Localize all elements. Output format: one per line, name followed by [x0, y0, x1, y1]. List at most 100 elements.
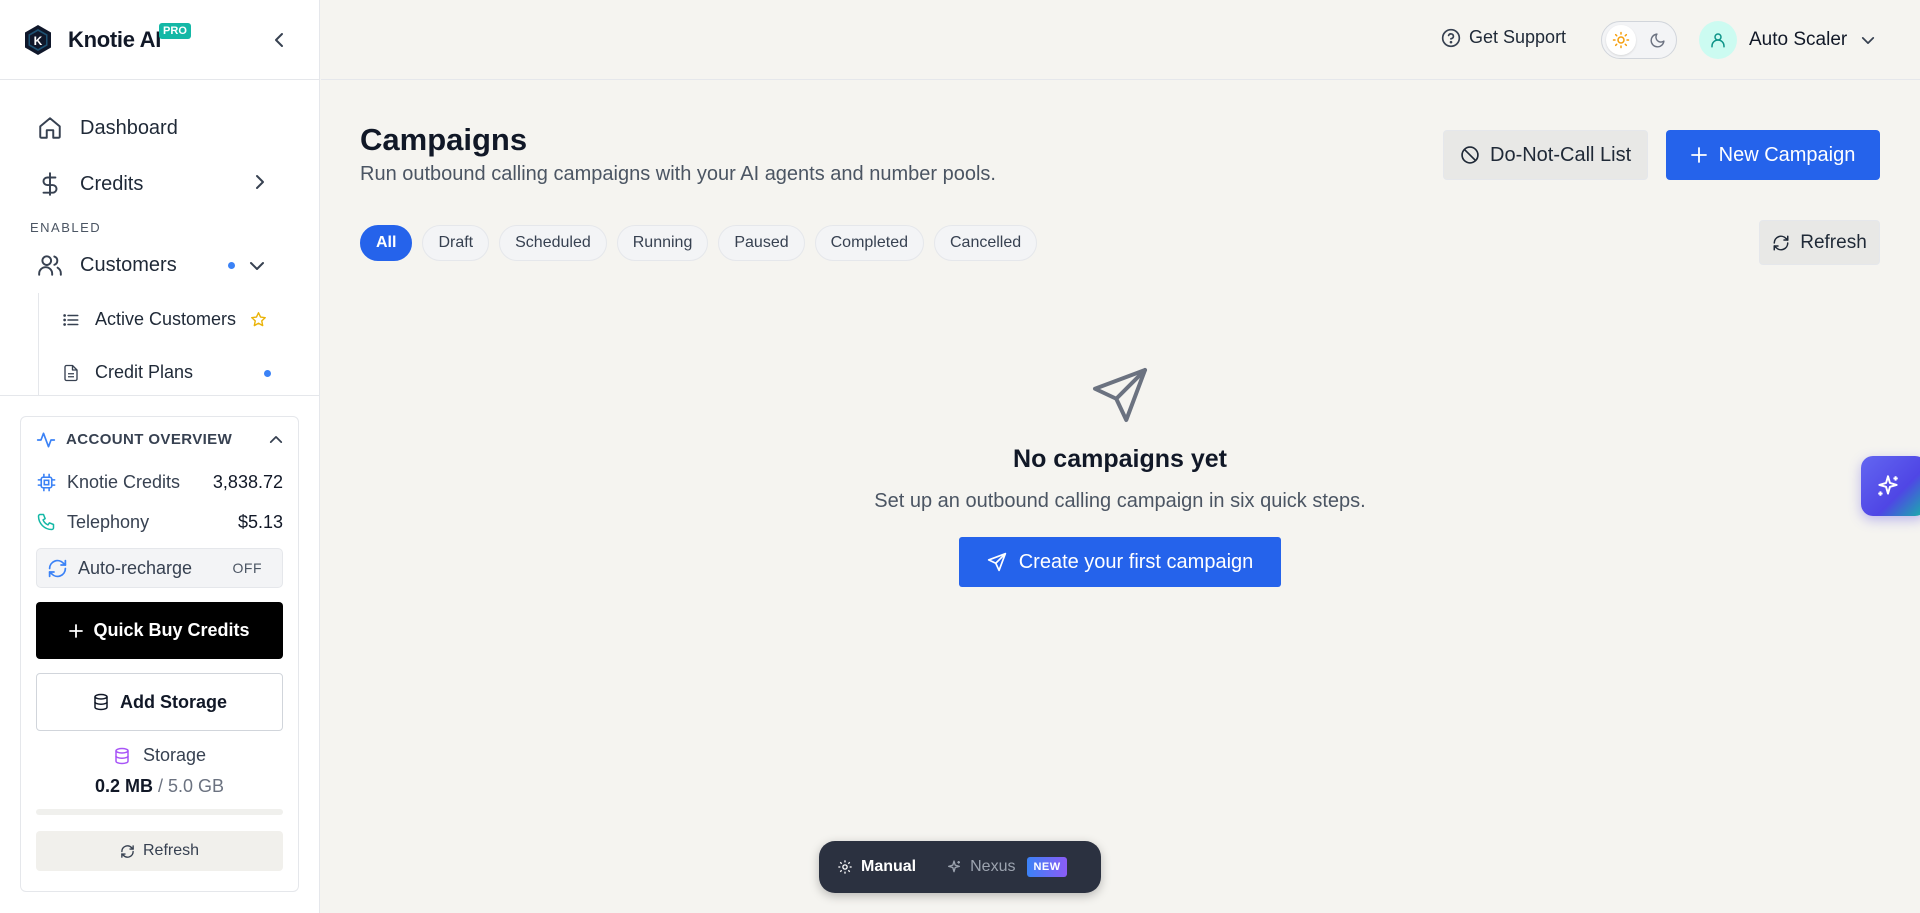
sidebar-item-label: Dashboard [80, 116, 178, 139]
refresh-label: Refresh [1800, 231, 1867, 253]
database-icon [92, 693, 110, 711]
new-badge: NEW [1027, 857, 1067, 877]
theme-toggle [1601, 21, 1677, 59]
empty-state-subtitle: Set up an outbound calling campaign in s… [874, 490, 1366, 512]
brand-header: K Knotie AI PRO [0, 0, 319, 80]
chevron-up-icon[interactable] [269, 431, 283, 448]
user-icon [1711, 33, 1725, 48]
telephony-label: Telephony [67, 511, 150, 532]
svg-text:K: K [34, 34, 43, 48]
sidebar-item-label: Credit Plans [95, 362, 194, 382]
new-campaign-button[interactable]: New Campaign [1666, 130, 1880, 180]
sidebar-item-active-customers[interactable]: Active Customers [39, 293, 319, 346]
do-not-call-list-button[interactable]: Do-Not-Call List [1443, 130, 1649, 180]
add-storage-label: Add Storage [119, 691, 227, 712]
mode-nexus-button[interactable]: Nexus NEW [946, 857, 1067, 877]
mode-manual-button[interactable]: Manual [837, 858, 916, 876]
storage-label-row: Storage [36, 745, 283, 766]
new-campaign-label: New Campaign [1718, 143, 1856, 166]
knotie-logo-icon: K [25, 24, 51, 55]
quick-buy-credits-button[interactable]: Quick Buy Credits [36, 602, 283, 659]
dark-theme-button[interactable] [1642, 25, 1672, 55]
filter-all[interactable]: All [360, 225, 413, 261]
chevron-right-icon [255, 173, 265, 196]
storage-label: Storage [142, 745, 207, 765]
mode-switch: Manual Nexus NEW [819, 841, 1101, 893]
chevron-down-icon [1861, 36, 1875, 45]
filter-draft[interactable]: Draft [422, 225, 490, 261]
sidebar-refresh-label: Refresh [142, 842, 200, 859]
section-label-enabled: ENABLED [30, 220, 102, 235]
refresh-icon [47, 558, 68, 579]
customers-subnav: Active Customers Credit Plans [38, 293, 319, 396]
chevron-down-icon [249, 254, 265, 277]
file-icon [61, 363, 81, 383]
star-icon[interactable] [250, 311, 267, 328]
sidebar-nav: Dashboard Credits ENABLED Customers Acti… [0, 80, 319, 396]
sun-icon [1612, 31, 1630, 49]
create-first-campaign-button[interactable]: Create your first campaign [959, 537, 1281, 587]
top-bar: Get Support Auto Scaler [321, 0, 1920, 80]
auto-recharge-state: OFF [232, 560, 262, 576]
chevron-left-icon [275, 33, 283, 47]
get-support-button[interactable]: Get Support [1441, 27, 1566, 48]
users-icon [36, 251, 64, 279]
pro-badge: PRO [159, 22, 191, 39]
auto-recharge-label: Auto-recharge [78, 557, 193, 578]
light-theme-button[interactable] [1606, 25, 1636, 55]
sidebar-refresh-button[interactable]: Refresh [36, 831, 283, 871]
telephony-row: Telephony $5.13 [36, 502, 283, 542]
account-overview-panel: ACCOUNT OVERVIEW Knotie Credits 3,838.72… [20, 416, 299, 892]
phone-icon [36, 512, 58, 532]
knotie-credits-value: 3,838.72 [212, 471, 283, 492]
ai-assistant-button[interactable] [1861, 456, 1920, 516]
filter-cancelled[interactable]: Cancelled [934, 225, 1038, 261]
collapse-sidebar-button[interactable] [269, 28, 289, 52]
user-menu[interactable]: Auto Scaler [1699, 21, 1875, 59]
send-icon [987, 552, 1007, 572]
filter-paused[interactable]: Paused [718, 225, 805, 261]
ban-icon [1460, 145, 1480, 165]
sidebar-item-label: Credits [80, 172, 144, 195]
storage-progress-bar [36, 809, 283, 815]
refresh-button[interactable]: Refresh [1759, 220, 1880, 265]
telephony-value: $5.13 [237, 511, 283, 532]
sidebar-item-dashboard[interactable]: Dashboard [0, 100, 319, 156]
database-icon [113, 747, 131, 765]
brand-name: Knotie AI [68, 26, 162, 52]
account-overview-header[interactable]: ACCOUNT OVERVIEW [36, 417, 283, 462]
gear-icon [837, 859, 853, 875]
account-overview-title: ACCOUNT OVERVIEW [66, 431, 233, 448]
sidebar-item-label: Active Customers [95, 309, 237, 329]
filter-completed[interactable]: Completed [814, 225, 924, 261]
add-storage-button[interactable]: Add Storage [36, 673, 283, 731]
storage-used: 0.2 MB [94, 776, 153, 796]
storage-value: 0.2 MB / 5.0 GB [36, 776, 283, 797]
home-icon [36, 114, 64, 142]
refresh-icon [1772, 234, 1790, 252]
empty-state-title: No campaigns yet [1013, 445, 1227, 473]
chip-icon [36, 472, 58, 493]
storage-usage: Storage 0.2 MB / 5.0 GB [36, 745, 283, 815]
do-not-call-label: Do-Not-Call List [1490, 143, 1632, 166]
auto-recharge-toggle[interactable]: Auto-recharge OFF [36, 548, 283, 588]
knotie-credits-label: Knotie Credits [67, 471, 181, 492]
sidebar-item-credit-plans[interactable]: Credit Plans [39, 346, 319, 396]
list-icon [61, 310, 81, 330]
filter-scheduled[interactable]: Scheduled [499, 225, 607, 261]
activity-icon [36, 430, 56, 450]
sparkles-icon [946, 859, 962, 875]
send-icon [360, 365, 1880, 425]
sidebar-item-credits[interactable]: Credits [0, 156, 319, 212]
sidebar-item-label: Customers [80, 253, 177, 276]
mode-manual-label: Manual [861, 858, 917, 875]
mode-nexus-label: Nexus [970, 858, 1016, 875]
storage-separator: / [152, 776, 168, 796]
sidebar: K Knotie AI PRO Dashboard Credits ENABLE… [0, 0, 320, 913]
page-title: Campaigns [360, 122, 528, 157]
page-subtitle: Run outbound calling campaigns with your… [360, 163, 996, 185]
filter-running[interactable]: Running [616, 225, 709, 261]
notification-dot [228, 262, 235, 269]
help-circle-icon [1441, 28, 1461, 48]
sidebar-item-customers[interactable]: Customers [0, 237, 319, 293]
